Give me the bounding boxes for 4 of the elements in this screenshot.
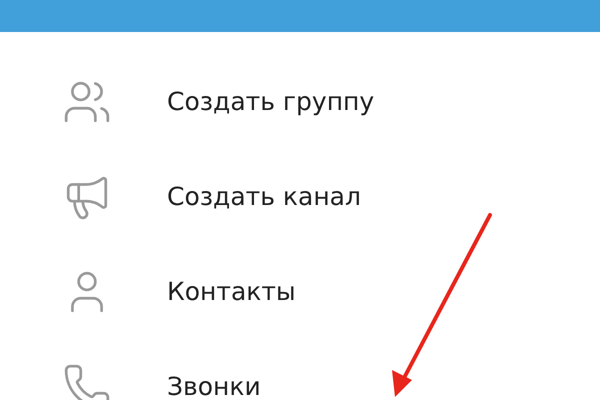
menu-item[interactable]: Создать канал: [0, 149, 600, 244]
menu-item[interactable]: Создать группу: [0, 54, 600, 149]
menu-item[interactable]: Звонки: [0, 339, 600, 400]
menu-item[interactable]: Контакты: [0, 244, 600, 339]
